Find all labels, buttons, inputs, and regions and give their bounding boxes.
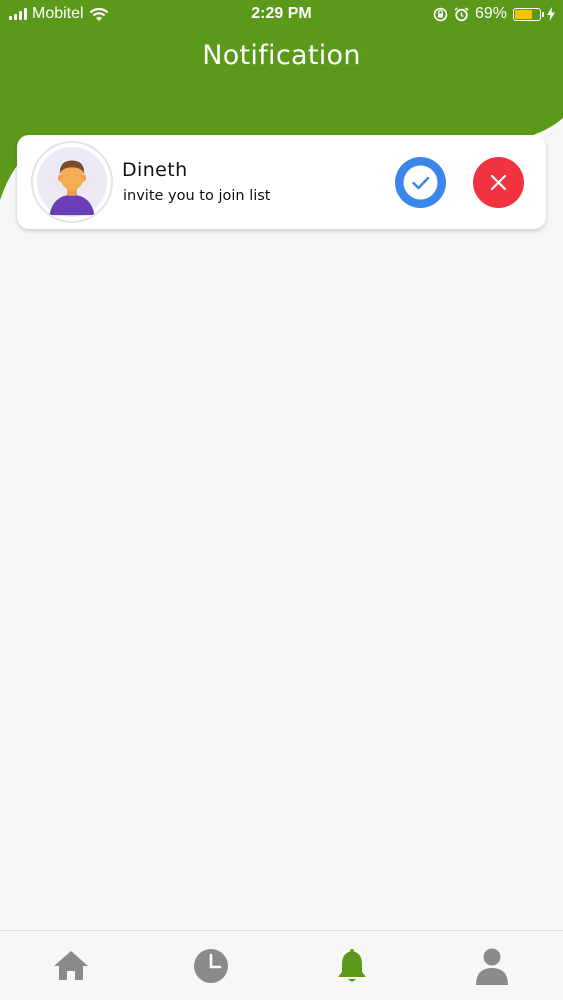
notification-message: invite you to join list [123, 188, 271, 204]
status-right: 69% [433, 5, 555, 23]
home-icon [54, 951, 88, 980]
profile-icon [476, 948, 508, 985]
bottom-navigation [0, 930, 563, 1000]
charging-icon [547, 7, 555, 21]
nav-notifications[interactable] [332, 945, 372, 985]
reject-button[interactable] [473, 157, 524, 208]
status-bar: Mobitel 2:29 PM 69% [0, 0, 563, 30]
accept-button[interactable] [395, 157, 446, 208]
rotation-lock-icon [433, 7, 448, 21]
user-avatar-icon [31, 141, 113, 223]
check-icon [403, 165, 438, 200]
page-title: Notification [202, 40, 361, 71]
battery-icon [513, 7, 544, 21]
close-icon [490, 174, 507, 191]
nav-profile[interactable] [472, 945, 512, 985]
battery-percent: 69% [474, 5, 507, 22]
battery-fill [515, 9, 532, 19]
nav-history[interactable] [191, 945, 231, 985]
clock-icon [194, 949, 228, 983]
nav-home[interactable] [51, 945, 91, 985]
alarm-icon [454, 6, 469, 21]
bell-icon [338, 949, 366, 982]
notification-name: Dineth [122, 159, 188, 181]
notification-card[interactable]: Dineth invite you to join list [17, 135, 546, 229]
